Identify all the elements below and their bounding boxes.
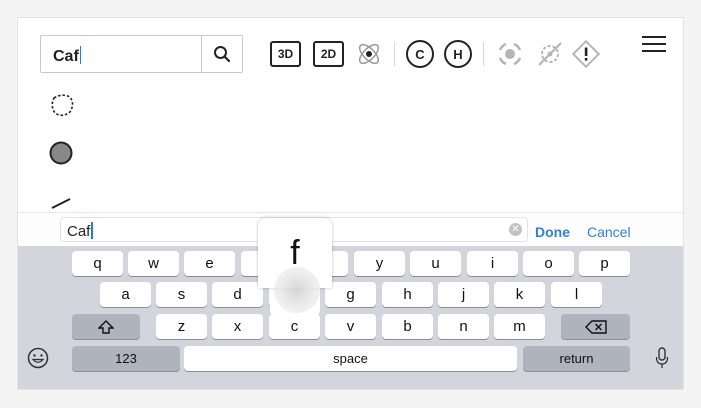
key-j[interactable]: j bbox=[438, 282, 489, 307]
space-key[interactable]: space bbox=[184, 346, 517, 371]
key-z[interactable]: z bbox=[156, 314, 207, 339]
touch-indicator bbox=[274, 267, 320, 313]
text-input-bar: Caf ✕ Done Cancel bbox=[18, 212, 683, 247]
numbers-key[interactable]: 123 bbox=[72, 346, 180, 371]
hydrogen-button[interactable]: H bbox=[444, 40, 472, 68]
key-p[interactable]: p bbox=[579, 251, 630, 276]
view-3d-button[interactable]: 3D bbox=[270, 41, 301, 67]
measure-icon bbox=[538, 42, 562, 66]
backspace-key[interactable] bbox=[561, 314, 630, 339]
key-v[interactable]: v bbox=[325, 314, 376, 339]
microphone-key[interactable] bbox=[655, 346, 669, 370]
warning-icon bbox=[571, 39, 601, 69]
key-u[interactable]: u bbox=[410, 251, 461, 276]
key-s[interactable]: s bbox=[156, 282, 207, 307]
key-q[interactable]: q bbox=[72, 251, 123, 276]
shift-icon bbox=[98, 319, 114, 334]
orbital-button[interactable] bbox=[354, 40, 384, 68]
app-frame: Caf 3D 2D C H Caf ✕ Done Cancel q w e y … bbox=[17, 17, 684, 390]
key-c[interactable]: c bbox=[269, 314, 320, 339]
microphone-icon bbox=[655, 347, 669, 368]
clear-icon[interactable]: ✕ bbox=[509, 223, 522, 236]
shift-key[interactable] bbox=[72, 314, 140, 339]
key-g[interactable]: g bbox=[325, 282, 376, 307]
lasso-select-icon[interactable] bbox=[48, 92, 76, 120]
key-n[interactable]: n bbox=[438, 314, 489, 339]
rotate-icon bbox=[498, 42, 522, 66]
toolbar-divider bbox=[394, 42, 395, 66]
cancel-button[interactable]: Cancel bbox=[587, 224, 631, 240]
warning-button[interactable] bbox=[571, 39, 601, 69]
toolbar-divider bbox=[483, 42, 484, 66]
return-key[interactable]: return bbox=[523, 346, 630, 371]
key-m[interactable]: m bbox=[494, 314, 545, 339]
atom-orbital-icon bbox=[358, 43, 380, 65]
key-b[interactable]: b bbox=[382, 314, 433, 339]
key-y[interactable]: y bbox=[354, 251, 405, 276]
search-field[interactable]: Caf bbox=[40, 35, 243, 73]
bond-line-icon[interactable] bbox=[48, 192, 74, 212]
key-w[interactable]: w bbox=[128, 251, 179, 276]
hamburger-menu-icon[interactable] bbox=[642, 36, 666, 54]
done-button[interactable]: Done bbox=[535, 224, 570, 240]
key-l[interactable]: l bbox=[551, 282, 602, 307]
key-e[interactable]: e bbox=[184, 251, 235, 276]
key-i[interactable]: i bbox=[467, 251, 518, 276]
view-2d-button[interactable]: 2D bbox=[313, 41, 344, 67]
magnifier-icon bbox=[214, 46, 231, 63]
key-k[interactable]: k bbox=[494, 282, 545, 307]
text-input-value[interactable]: Caf bbox=[67, 222, 93, 240]
search-button[interactable] bbox=[201, 36, 242, 72]
emoji-key[interactable] bbox=[27, 347, 49, 369]
atom-circle-icon[interactable] bbox=[48, 140, 74, 166]
measure-button[interactable] bbox=[535, 40, 565, 68]
key-o[interactable]: o bbox=[523, 251, 574, 276]
key-a[interactable]: a bbox=[100, 282, 151, 307]
emoji-icon bbox=[27, 347, 49, 369]
carbon-button[interactable]: C bbox=[406, 40, 434, 68]
key-h[interactable]: h bbox=[382, 282, 433, 307]
keyboard: q w e r t y u i o p a s d f g h j k l z … bbox=[18, 246, 683, 389]
search-input-text[interactable]: Caf bbox=[53, 46, 81, 66]
backspace-icon bbox=[584, 319, 607, 334]
rotate-button[interactable] bbox=[495, 40, 525, 68]
key-d[interactable]: d bbox=[212, 282, 263, 307]
key-x[interactable]: x bbox=[212, 314, 263, 339]
